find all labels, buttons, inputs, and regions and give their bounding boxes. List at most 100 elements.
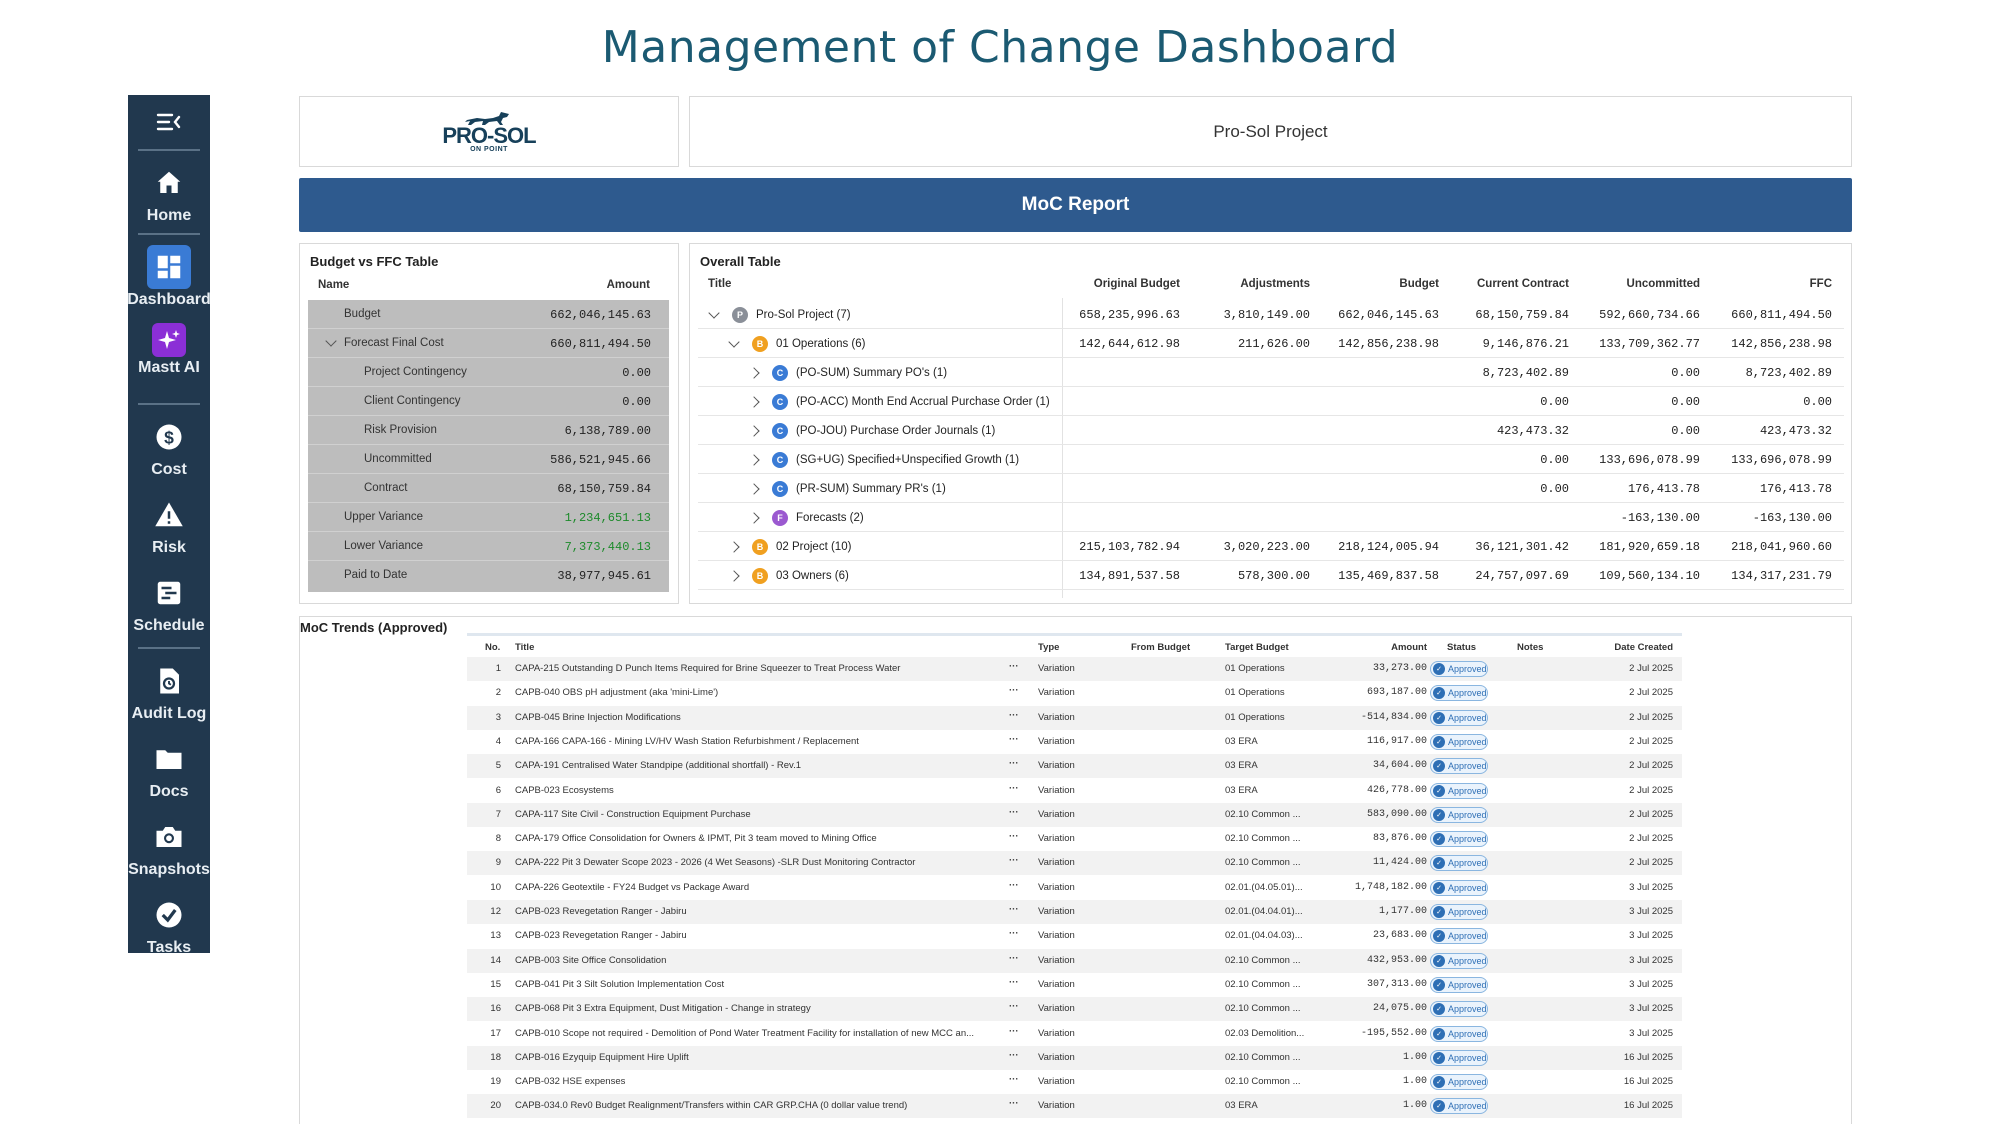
chevron-right-icon[interactable]	[748, 482, 760, 495]
cell-type: Variation	[1038, 760, 1075, 772]
cell-amount: 693,187.00	[1366, 687, 1427, 699]
chevron-right-icon[interactable]	[748, 395, 760, 408]
table-row[interactable]: 1 CAPA-215 Outstanding D Punch Items Requ…	[467, 657, 1682, 681]
report-banner: MoC Report	[299, 178, 1852, 232]
chevron-down-icon[interactable]	[325, 335, 337, 347]
sidebar-item-cost[interactable]: $ Cost	[128, 415, 210, 479]
more-options-icon[interactable]: ···	[1009, 807, 1029, 818]
cell-type: Variation	[1038, 906, 1075, 917]
sidebar-item-dashboard[interactable]: Dashboard	[127, 245, 211, 309]
sidebar-item-mastt-ai[interactable]: Mastt AI	[128, 323, 210, 377]
collapse-sidebar-button[interactable]	[128, 107, 210, 137]
table-row[interactable]: 20 CAPB-034.0 Rev0 Budget Realignment/Tra…	[467, 1094, 1682, 1119]
sidebar-item-docs[interactable]: Docs	[128, 737, 210, 801]
table-row[interactable]: 15 CAPB-041 Pit 3 Silt Solution Implement…	[467, 973, 1682, 997]
cell-title: CAPB-040 OBS pH adjustment (aka 'mini-Li…	[515, 687, 719, 699]
table-row[interactable]: 9 CAPA-222 Pit 3 Dewater Scope 2023 - 202…	[467, 851, 1682, 876]
table-row[interactable]: 8 CAPA-179 Office Consolidation for Owner…	[467, 827, 1682, 851]
table-row[interactable]: 5 CAPA-191 Centralised Water Standpipe (a…	[467, 754, 1682, 779]
more-options-icon[interactable]: ···	[1009, 1050, 1029, 1061]
more-options-icon[interactable]: ···	[1009, 710, 1029, 721]
chevron-right-icon[interactable]	[728, 569, 740, 582]
table-row[interactable]: 6 CAPB-023 Ecosystems Variation 03 ERA 426,7…	[467, 779, 1682, 803]
table-row[interactable]: 13 CAPB-023 Revegetation Ranger - Jabiru V…	[467, 924, 1682, 948]
table-row[interactable]: 10 CAPA-226 Geotextile - FY24 Budget vs P…	[467, 876, 1682, 900]
cell-title: CAPA-215 Outstanding D Punch Items Requi…	[515, 663, 901, 674]
more-options-icon[interactable]: ···	[1009, 685, 1029, 696]
more-options-icon[interactable]: ···	[1009, 953, 1029, 964]
node-type-badge: F	[772, 509, 788, 526]
table-row: Project Contingency 0.00	[308, 358, 669, 387]
more-options-icon[interactable]: ···	[1009, 1074, 1029, 1085]
node-type-badge: P	[732, 306, 748, 323]
more-options-icon[interactable]: ···	[1009, 831, 1029, 842]
table-row[interactable]: 7 CAPA-117 Site Civil - Construction Equi…	[467, 802, 1682, 827]
more-options-icon[interactable]: ···	[1009, 1001, 1029, 1012]
row-title: Pro-Sol Project (7)	[756, 308, 851, 321]
table-row[interactable]: 16 CAPB-068 Pit 3 Extra Equipment, Dust M…	[467, 997, 1682, 1022]
table-row[interactable]: C (PO-SUM) Summary PO's (1) 8,723,402.89 0.…	[698, 358, 1844, 387]
table-row[interactable]: C (PR-SUM) Summary PR's (1) 0.00 176,413.78…	[698, 474, 1844, 503]
more-options-icon[interactable]: ···	[1009, 1098, 1029, 1109]
approved-check-icon: ✓	[1433, 1051, 1445, 1064]
status-badge: ✓ Approved	[1430, 928, 1488, 945]
table-row[interactable]: 2 CAPB-040 OBS pH adjustment (aka 'mini-L…	[467, 681, 1682, 705]
table-row[interactable]: B 02 Project (10) 215,103,782.94 3,020,223.…	[698, 532, 1844, 561]
more-options-icon[interactable]: ···	[1009, 661, 1029, 672]
table-row[interactable]: F Forecasts (2) -163,130.00 -163,130.00	[698, 503, 1844, 532]
chevron-down-icon[interactable]	[728, 335, 740, 348]
more-options-icon[interactable]: ···	[1009, 1026, 1029, 1037]
chevron-down-icon[interactable]	[708, 306, 720, 319]
chevron-right-icon[interactable]	[748, 511, 760, 524]
more-options-icon[interactable]: ···	[1009, 904, 1029, 915]
cell-target-budget: 02.10 Common ...	[1225, 833, 1301, 845]
table-row[interactable]: B 03 Owners (6) 134,891,537.58 578,300.00 13…	[698, 561, 1844, 590]
table-row[interactable]: 14 CAPB-003 Site Office Consolidation Vari…	[467, 948, 1682, 973]
table-row[interactable]: 18 CAPB-016 Ezyquip Equipment Hire Uplift…	[467, 1045, 1682, 1070]
more-options-icon[interactable]: ···	[1009, 977, 1029, 988]
cell-amount: 11,424.00	[1372, 857, 1427, 869]
chevron-right-icon[interactable]	[728, 540, 740, 553]
status-badge: ✓ Approved	[1430, 879, 1488, 896]
more-options-icon[interactable]: ···	[1009, 734, 1029, 745]
table-row: Lower Variance 7,373,440.13	[308, 532, 669, 561]
table-row[interactable]: C (SG+UG) Specified+Unspecified Growth (1…	[698, 445, 1844, 474]
cell-amount: 307,313.00	[1366, 978, 1427, 990]
sidebar-item-tasks[interactable]: Tasks	[128, 893, 210, 957]
cell-target-budget: 03 ERA	[1225, 760, 1258, 772]
more-options-icon[interactable]: ···	[1009, 880, 1029, 891]
table-row[interactable]: Forecast Final Cost 660,811,494.50	[308, 329, 669, 358]
table-row[interactable]: 17 CAPB-010 Scope not required - Demoliti…	[467, 1022, 1682, 1046]
status-badge: ✓ Approved	[1430, 1025, 1488, 1042]
cell-target-budget: 02.03 Demolition...	[1225, 1027, 1305, 1039]
sidebar-item-home[interactable]: Home	[128, 161, 210, 225]
more-options-icon[interactable]: ···	[1009, 855, 1029, 866]
cell-no: 5	[495, 760, 501, 772]
chevron-right-icon[interactable]	[748, 366, 760, 379]
table-row[interactable]: 3 CAPB-045 Brine Injection Modifications V…	[467, 705, 1682, 730]
table-row[interactable]: P Pro-Sol Project (7) 658,235,996.63 3,810,…	[698, 300, 1844, 329]
chevron-right-icon[interactable]	[748, 453, 760, 466]
table-row[interactable]: 12 CAPB-023 Revegetation Ranger - Jabiru V…	[467, 900, 1682, 924]
more-options-icon[interactable]: ···	[1009, 783, 1029, 794]
sidebar-item-risk[interactable]: Risk	[128, 493, 210, 557]
more-options-icon[interactable]: ···	[1009, 928, 1029, 939]
more-options-icon[interactable]: ···	[1009, 758, 1029, 769]
cell-amount: 1.00	[1402, 1100, 1427, 1112]
status-label: Approved	[1448, 1028, 1487, 1039]
table-row[interactable]: C (PO-JOU) Purchase Order Journals (1) 423…	[698, 416, 1844, 445]
row-name: Risk Provision	[364, 424, 437, 436]
table-row[interactable]: B 01 Operations (6) 142,644,612.98 211,626.…	[698, 329, 1844, 358]
chevron-right-icon[interactable]	[748, 424, 760, 437]
row-title: (PR-SUM) Summary PR's (1)	[796, 482, 946, 495]
table-row[interactable]: 4 CAPA-166 CAPA-166 - Mining LV/HV Wash S…	[467, 730, 1682, 754]
sidebar-item-snapshots[interactable]: Snapshots	[128, 815, 210, 879]
table-row[interactable]: 19 CAPB-032 HSE expenses Variation 02.10 Co…	[467, 1070, 1682, 1094]
sidebar-item-audit-log[interactable]: Audit Log	[128, 659, 210, 723]
sidebar-item-schedule[interactable]: Schedule	[128, 571, 210, 635]
table-row[interactable]: C (PO-ACC) Month End Accrual Purchase Ord…	[698, 387, 1844, 416]
cell-amount: 34,604.00	[1372, 760, 1427, 772]
cell-amount: 583,090.00	[1366, 808, 1427, 820]
sidebar-item-label: Tasks	[146, 939, 192, 956]
status-badge: ✓ Approved	[1430, 904, 1488, 920]
